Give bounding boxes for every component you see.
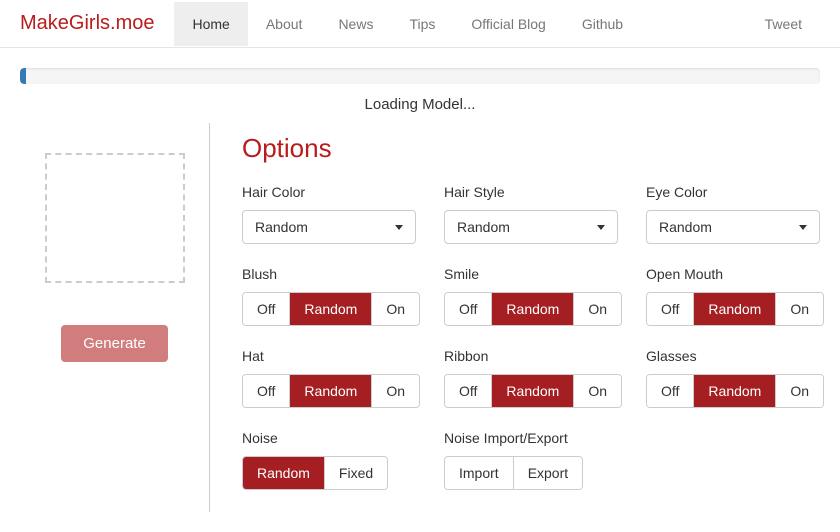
options-title: Options <box>242 133 820 164</box>
nav-github[interactable]: Github <box>564 2 641 46</box>
noise-label: Noise <box>242 430 416 446</box>
options-column: Options Hair Color Random Hair Style Ran… <box>216 123 820 512</box>
hair-color-value: Random <box>255 219 308 235</box>
preview-placeholder <box>45 153 185 283</box>
smile-off[interactable]: Off <box>445 293 491 325</box>
ribbon-off[interactable]: Off <box>445 375 491 407</box>
glasses-label: Glasses <box>646 348 820 364</box>
open-mouth-toggle: Off Random On <box>646 292 824 326</box>
hat-toggle: Off Random On <box>242 374 420 408</box>
glasses-on[interactable]: On <box>775 375 823 407</box>
caret-down-icon <box>799 225 807 230</box>
progress-bar <box>20 68 26 84</box>
smile-on[interactable]: On <box>573 293 621 325</box>
nav-news[interactable]: News <box>320 2 391 46</box>
blush-on[interactable]: On <box>371 293 419 325</box>
preview-column: Generate <box>20 123 209 512</box>
noise-toggle: Random Fixed <box>242 456 388 490</box>
blush-off[interactable]: Off <box>243 293 289 325</box>
brand-logo[interactable]: MakeGirls.moe <box>20 12 154 35</box>
ribbon-random[interactable]: Random <box>491 375 573 407</box>
loading-text: Loading Model... <box>0 90 840 123</box>
hat-random[interactable]: Random <box>289 375 371 407</box>
tweet-link[interactable]: Tweet <box>747 2 820 46</box>
noise-io-buttons: Import Export <box>444 456 583 490</box>
blush-random[interactable]: Random <box>289 293 371 325</box>
smile-random[interactable]: Random <box>491 293 573 325</box>
eye-color-dropdown[interactable]: Random <box>646 210 820 244</box>
glasses-off[interactable]: Off <box>647 375 693 407</box>
generate-button[interactable]: Generate <box>61 325 168 362</box>
glasses-toggle: Off Random On <box>646 374 824 408</box>
open-mouth-off[interactable]: Off <box>647 293 693 325</box>
hair-color-dropdown[interactable]: Random <box>242 210 416 244</box>
blush-toggle: Off Random On <box>242 292 420 326</box>
progress-section <box>0 48 840 90</box>
nav-official-blog[interactable]: Official Blog <box>453 2 563 46</box>
navbar: MakeGirls.moe Home About News Tips Offic… <box>0 0 840 48</box>
nav-about[interactable]: About <box>248 2 321 46</box>
progress-track <box>20 68 820 84</box>
open-mouth-on[interactable]: On <box>775 293 823 325</box>
noise-fixed[interactable]: Fixed <box>324 457 387 489</box>
caret-down-icon <box>597 225 605 230</box>
caret-down-icon <box>395 225 403 230</box>
eye-color-label: Eye Color <box>646 184 820 200</box>
hair-style-dropdown[interactable]: Random <box>444 210 618 244</box>
eye-color-value: Random <box>659 219 712 235</box>
hat-label: Hat <box>242 348 416 364</box>
nav-tips[interactable]: Tips <box>391 2 453 46</box>
smile-toggle: Off Random On <box>444 292 622 326</box>
smile-label: Smile <box>444 266 618 282</box>
open-mouth-random[interactable]: Random <box>693 293 775 325</box>
hair-style-value: Random <box>457 219 510 235</box>
ribbon-toggle: Off Random On <box>444 374 622 408</box>
noise-random[interactable]: Random <box>243 457 324 489</box>
hat-on[interactable]: On <box>371 375 419 407</box>
nav-home[interactable]: Home <box>174 2 247 46</box>
hair-style-label: Hair Style <box>444 184 618 200</box>
ribbon-on[interactable]: On <box>573 375 621 407</box>
hair-color-label: Hair Color <box>242 184 416 200</box>
noise-io-label: Noise Import/Export <box>444 430 618 446</box>
open-mouth-label: Open Mouth <box>646 266 820 282</box>
hat-off[interactable]: Off <box>243 375 289 407</box>
ribbon-label: Ribbon <box>444 348 618 364</box>
noise-import-button[interactable]: Import <box>445 457 513 489</box>
noise-export-button[interactable]: Export <box>513 457 582 489</box>
vertical-divider <box>209 123 210 512</box>
blush-label: Blush <box>242 266 416 282</box>
glasses-random[interactable]: Random <box>693 375 775 407</box>
